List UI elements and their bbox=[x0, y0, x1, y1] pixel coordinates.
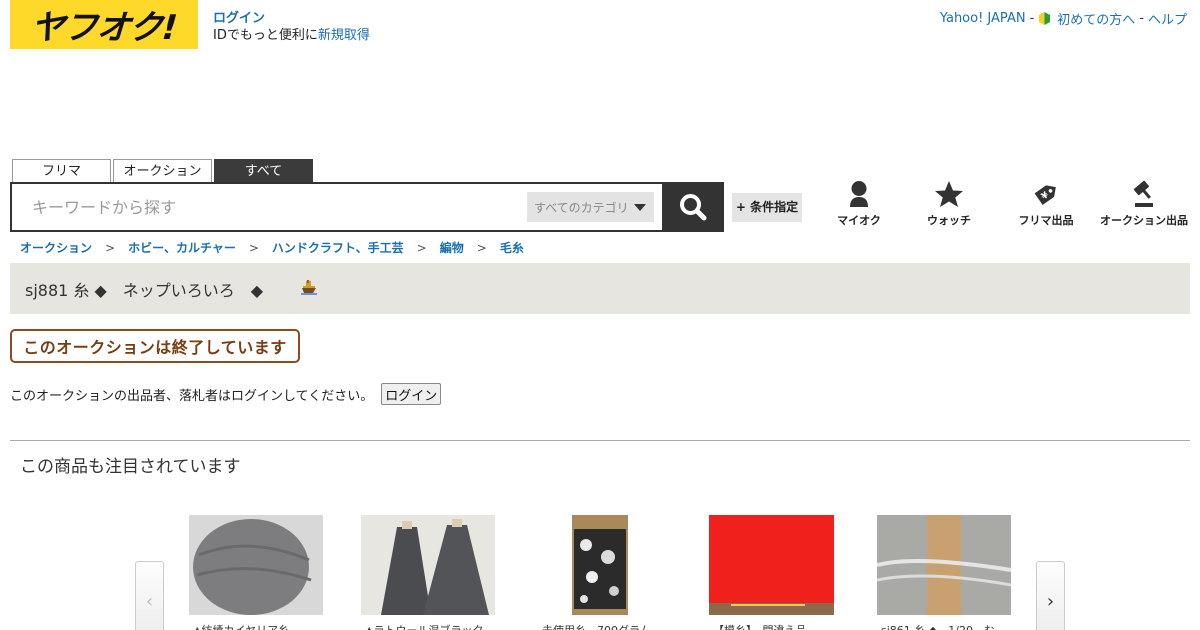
recommend-item[interactable]: 未使用糸 700グラム bbox=[542, 515, 651, 630]
recommend-item[interactable]: 【模糸】 間違え品 bbox=[709, 515, 834, 630]
register-link[interactable]: 新規取得 bbox=[318, 28, 370, 43]
separator: - bbox=[1029, 11, 1035, 26]
divider bbox=[10, 440, 1190, 441]
tab-all[interactable]: すべて bbox=[214, 159, 313, 183]
logo-text: ヤフオク! bbox=[29, 8, 179, 48]
item-caption: sj861 糸 ◆ 1/20 む bbox=[881, 622, 1021, 630]
carousel-next-button[interactable]: › bbox=[1036, 561, 1065, 630]
nav-label: ウォッチ bbox=[927, 214, 971, 227]
tab-furima[interactable]: フリマ bbox=[12, 159, 111, 183]
page-title: sj881 糸 ◆ ネップいろいろ ◆ bbox=[25, 280, 264, 300]
breadcrumb-separator: > bbox=[248, 240, 259, 255]
login-notice-text: このオークションの出品者、落札者はログインしてください。 bbox=[10, 388, 374, 404]
breadcrumb-separator: > bbox=[416, 240, 427, 255]
login-button[interactable]: ログイン bbox=[381, 383, 442, 405]
item-thumbnail bbox=[189, 515, 323, 615]
category-label: すべてのカテゴリ bbox=[534, 200, 629, 215]
breadcrumb: オークション > ホビー、カルチャー > ハンドクラフト、手工芸 > 編物 > … bbox=[20, 239, 524, 256]
search-tabs: フリマ オークション すべて bbox=[12, 159, 313, 183]
price-tag-icon: ¥ bbox=[1034, 185, 1056, 205]
nav-label: マイオク bbox=[837, 214, 881, 227]
login-box: ログイン IDでもっと便利に新規取得 bbox=[213, 10, 370, 44]
gavel-icon bbox=[1133, 180, 1153, 207]
separator: - bbox=[1139, 11, 1144, 26]
breadcrumb-handcraft[interactable]: ハンドクラフト、手工芸 bbox=[272, 239, 404, 256]
login-link[interactable]: ログイン bbox=[213, 10, 370, 27]
breadcrumb-separator: > bbox=[105, 240, 116, 255]
ship-icon bbox=[301, 279, 318, 299]
nav-label: フリマ出品 bbox=[1018, 214, 1074, 227]
category-select[interactable]: すべてのカテゴリ bbox=[527, 192, 654, 222]
search-bar: すべてのカテゴリ bbox=[10, 182, 724, 232]
chevron-left-icon: ‹ bbox=[145, 590, 154, 612]
carousel-prev-button[interactable]: ‹ bbox=[135, 561, 164, 630]
nav-myauction[interactable]: マイオク bbox=[828, 180, 890, 228]
yahoo-japan-link[interactable]: Yahoo! JAPAN bbox=[940, 11, 1026, 26]
nav-auction-sell[interactable]: オークション出品 bbox=[1098, 180, 1190, 228]
recommend-item[interactable]: ▲ラトウール混ブラック bbox=[361, 515, 495, 630]
person-icon bbox=[850, 181, 868, 207]
item-thumbnail bbox=[572, 515, 628, 615]
nav-watch[interactable]: ウォッチ bbox=[918, 180, 980, 228]
recommend-item[interactable]: ▲紡績カイヤリア糸 bbox=[189, 515, 323, 630]
star-icon bbox=[935, 181, 963, 207]
login-notice: このオークションの出品者、落札者はログインしてください。 ログイン bbox=[10, 383, 442, 405]
recommend-item[interactable]: sj861 糸 ◆ 1/20 む bbox=[876, 515, 1012, 630]
breadcrumb-hobby[interactable]: ホビー、カルチャー bbox=[128, 239, 236, 256]
breadcrumb-separator: > bbox=[476, 240, 487, 255]
login-subtext: IDでもっと便利に bbox=[213, 28, 318, 43]
breadcrumb-knitting[interactable]: 編物 bbox=[440, 239, 464, 256]
breadcrumb-auction[interactable]: オークション bbox=[20, 239, 92, 256]
auction-ended-text: このオークションは終了しています bbox=[23, 338, 287, 357]
search-button[interactable] bbox=[662, 182, 724, 232]
item-title-bar: sj881 糸 ◆ ネップいろいろ ◆ bbox=[10, 263, 1190, 314]
nav-label: オークション出品 bbox=[1100, 214, 1188, 227]
item-thumbnail bbox=[709, 515, 834, 615]
chevron-right-icon: › bbox=[1046, 590, 1055, 612]
auction-ended-banner: このオークションは終了しています bbox=[10, 329, 300, 363]
tab-auction[interactable]: オークション bbox=[113, 159, 212, 183]
yahuoku-logo[interactable]: ヤフオク! bbox=[10, 0, 198, 49]
top-links: Yahoo! JAPAN - 初めての方へ - ヘルプ bbox=[940, 9, 1187, 28]
item-caption: 【模糸】 間違え品 bbox=[713, 622, 853, 630]
item-caption: 未使用糸 700グラム bbox=[542, 622, 682, 630]
caret-down-icon bbox=[634, 203, 646, 211]
condition-button[interactable]: + 条件指定 bbox=[732, 193, 802, 222]
search-input[interactable] bbox=[12, 187, 527, 227]
item-caption: ▲紡績カイヤリア糸 bbox=[193, 622, 333, 630]
beginner-leaf-icon bbox=[1038, 11, 1051, 26]
item-thumbnail bbox=[876, 515, 1012, 615]
search-icon bbox=[680, 194, 707, 221]
help-link[interactable]: ヘルプ bbox=[1148, 9, 1187, 28]
recommend-title: この商品も注目されています bbox=[20, 457, 241, 477]
item-thumbnail bbox=[361, 515, 495, 615]
item-caption: ▲ラトウール混ブラック bbox=[365, 622, 505, 630]
nav-furima-sell[interactable]: ¥ フリマ出品 bbox=[1010, 180, 1082, 228]
breadcrumb-yarn[interactable]: 毛糸 bbox=[500, 239, 524, 256]
beginner-link[interactable]: 初めての方へ bbox=[1057, 9, 1135, 28]
